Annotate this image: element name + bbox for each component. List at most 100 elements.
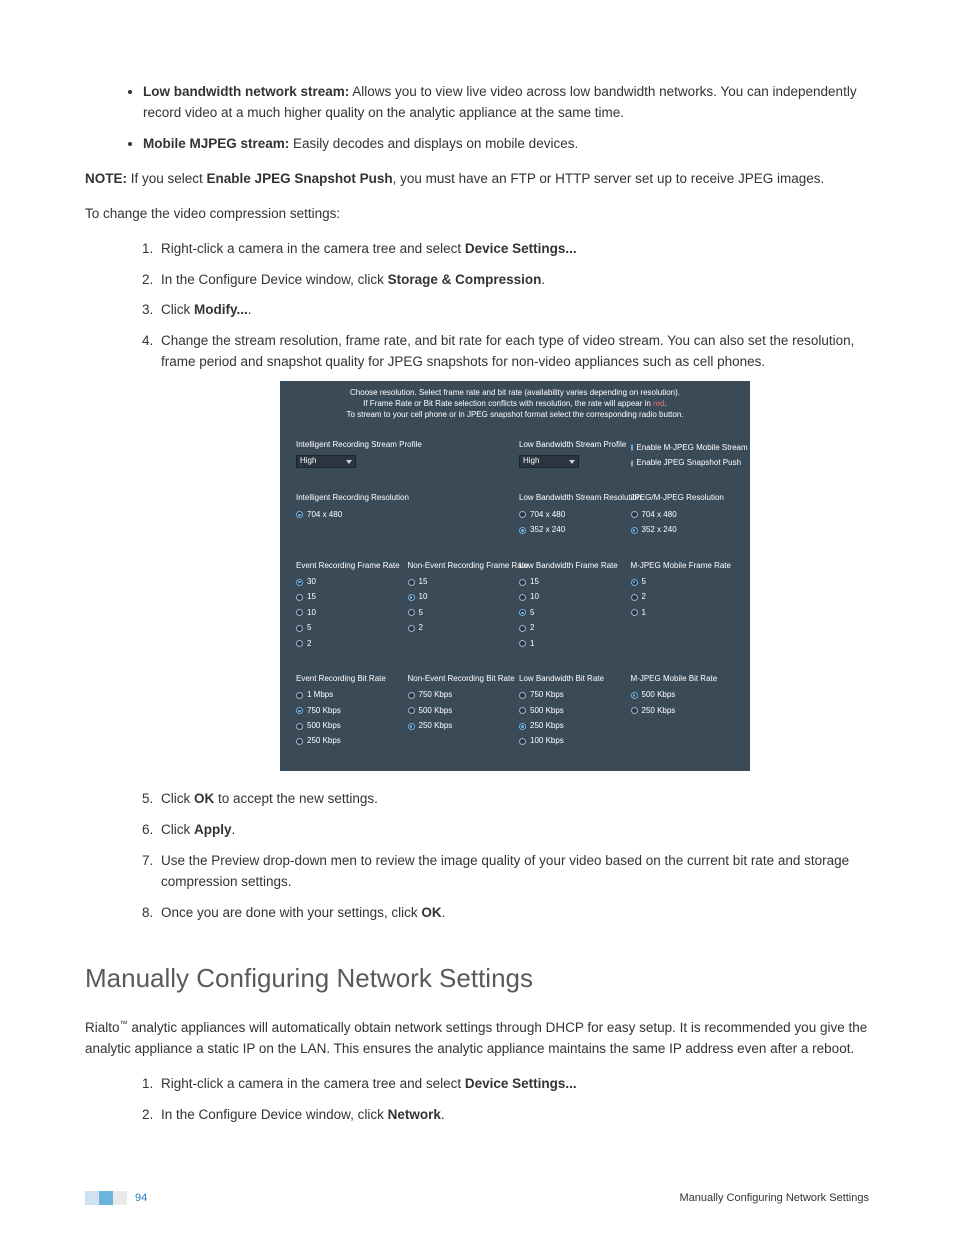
radio-irr-704[interactable]: 704 x 480 [296, 509, 511, 521]
step-item: Click Apply. [157, 820, 869, 841]
bullet-text: Easily decodes and displays on mobile de… [289, 136, 578, 151]
radio-enable-snap[interactable]: Enable JPEG Snapshot Push [631, 457, 735, 469]
radio-icon [408, 579, 415, 586]
step-item: Click Modify.... [157, 300, 869, 321]
radio-nerfr-5[interactable]: 5 [408, 607, 512, 619]
step-item: In the Configure Device window, click St… [157, 270, 869, 291]
step-item: In the Configure Device window, click Ne… [157, 1105, 869, 1126]
radio-nerbr-500[interactable]: 500 Kbps [408, 705, 512, 717]
step-text: Click [161, 302, 194, 317]
col-enable: Enable M-JPEG Mobile Stream Enable JPEG … [627, 433, 739, 481]
radio-label: 5 [642, 576, 646, 588]
radio-nerbr-250[interactable]: 250 Kbps [408, 720, 512, 732]
radio-label: 704 x 480 [307, 509, 342, 521]
panel-header-line: To stream to your cell phone or in JPEG … [340, 410, 690, 421]
radio-jmr-704[interactable]: 704 x 480 [631, 509, 735, 521]
radio-label: 15 [307, 591, 316, 603]
radio-label: Enable JPEG Snapshot Push [637, 457, 742, 469]
steps-list-a: Right-click a camera in the camera tree … [85, 239, 869, 924]
step-text: Use the Preview drop-down men to review … [161, 853, 849, 889]
radio-erbr-250[interactable]: 250 Kbps [296, 735, 400, 747]
radio-icon [519, 723, 526, 730]
radio-icon [296, 640, 303, 647]
col-nerbr: Non-Event Recording Bit Rate 750 Kbps 50… [404, 667, 516, 759]
step-text: . [232, 822, 236, 837]
radio-lbsr-704[interactable]: 704 x 480 [519, 509, 623, 521]
radio-erfr-10[interactable]: 10 [296, 607, 400, 619]
radio-lbfr-2[interactable]: 2 [519, 622, 623, 634]
radio-lbfr-5[interactable]: 5 [519, 607, 623, 619]
radio-icon [408, 723, 415, 730]
select-lbsp[interactable]: High [519, 455, 579, 468]
radio-erfr-5[interactable]: 5 [296, 622, 400, 634]
radio-label: 750 Kbps [307, 705, 341, 717]
col-jmr: JPEG/M-JPEG Resolution 704 x 480 352 x 2… [627, 486, 739, 547]
label-nerbr: Non-Event Recording Bit Rate [408, 673, 512, 685]
radio-erfr-30[interactable]: 30 [296, 576, 400, 588]
radio-erfr-2[interactable]: 2 [296, 638, 400, 650]
radio-mjfr-5[interactable]: 5 [631, 576, 735, 588]
radio-erbr-1m[interactable]: 1 Mbps [296, 689, 400, 701]
radio-enable-mjpeg[interactable]: Enable M-JPEG Mobile Stream [631, 442, 735, 454]
radio-erfr-15[interactable]: 15 [296, 591, 400, 603]
section2-paragraph: Rialto™ analytic appliances will automat… [85, 1018, 869, 1060]
radio-label: 750 Kbps [530, 689, 564, 701]
radio-label: 15 [530, 576, 539, 588]
radio-icon [408, 609, 415, 616]
radio-label: 352 x 240 [642, 524, 677, 536]
radio-nerbr-750[interactable]: 750 Kbps [408, 689, 512, 701]
radio-icon [631, 707, 638, 714]
page: Low bandwidth network stream: Allows you… [0, 0, 954, 1235]
step-item: Use the Preview drop-down men to review … [157, 851, 869, 893]
radio-lbbr-100[interactable]: 100 Kbps [519, 735, 623, 747]
radio-icon [519, 692, 526, 699]
radio-nerfr-10[interactable]: 10 [408, 591, 512, 603]
radio-label: 10 [307, 607, 316, 619]
radio-label: 704 x 480 [642, 509, 677, 521]
radio-jmr-352[interactable]: 352 x 240 [631, 524, 735, 536]
step-text: Click [161, 791, 194, 806]
radio-icon [296, 738, 303, 745]
radio-lbbr-250[interactable]: 250 Kbps [519, 720, 623, 732]
col-nerfr: Non-Event Recording Frame Rate 15 10 5 2 [404, 554, 516, 661]
step-text: Right-click a camera in the camera tree … [161, 241, 465, 256]
radio-mjbr-250[interactable]: 250 Kbps [631, 705, 735, 717]
radio-icon [519, 594, 526, 601]
brand-name: Rialto [85, 1020, 120, 1035]
step-bold: Modify... [194, 302, 248, 317]
step-bold: OK [194, 791, 214, 806]
radio-erbr-500[interactable]: 500 Kbps [296, 720, 400, 732]
radio-erbr-750[interactable]: 750 Kbps [296, 705, 400, 717]
step-text: . [442, 905, 446, 920]
radio-lbfr-10[interactable]: 10 [519, 591, 623, 603]
radio-label: 250 Kbps [307, 735, 341, 747]
radio-label: 100 Kbps [530, 735, 564, 747]
radio-lbfr-1[interactable]: 1 [519, 638, 623, 650]
chevron-down-icon [569, 460, 575, 464]
col-erfr: Event Recording Frame Rate 30 15 10 5 2 [292, 554, 404, 661]
col-erbr: Event Recording Bit Rate 1 Mbps 750 Kbps… [292, 667, 404, 759]
radio-nerfr-15[interactable]: 15 [408, 576, 512, 588]
radio-icon [408, 625, 415, 632]
radio-icon [296, 579, 303, 586]
note-text: , you must have an FTP or HTTP server se… [393, 171, 825, 186]
radio-label: 500 Kbps [530, 705, 564, 717]
radio-lbbr-750[interactable]: 750 Kbps [519, 689, 623, 701]
radio-icon [296, 511, 303, 518]
panel-header-text: If Frame Rate or Bit Rate selection conf… [363, 399, 653, 408]
radio-mjfr-2[interactable]: 2 [631, 591, 735, 603]
radio-icon [631, 444, 633, 451]
radio-icon [631, 692, 638, 699]
step-text: Change the stream resolution, frame rate… [161, 333, 854, 369]
radio-lbsr-352[interactable]: 352 x 240 [519, 524, 623, 536]
radio-icon [408, 707, 415, 714]
radio-lbfr-15[interactable]: 15 [519, 576, 623, 588]
col-lbsp: Low Bandwidth Stream Profile High [515, 433, 627, 481]
step-bold: Device Settings... [465, 1076, 577, 1091]
radio-mjfr-1[interactable]: 1 [631, 607, 735, 619]
select-irsp[interactable]: High [296, 455, 356, 468]
radio-mjbr-500[interactable]: 500 Kbps [631, 689, 735, 701]
radio-label: 500 Kbps [419, 705, 453, 717]
radio-lbbr-500[interactable]: 500 Kbps [519, 705, 623, 717]
radio-nerfr-2[interactable]: 2 [408, 622, 512, 634]
